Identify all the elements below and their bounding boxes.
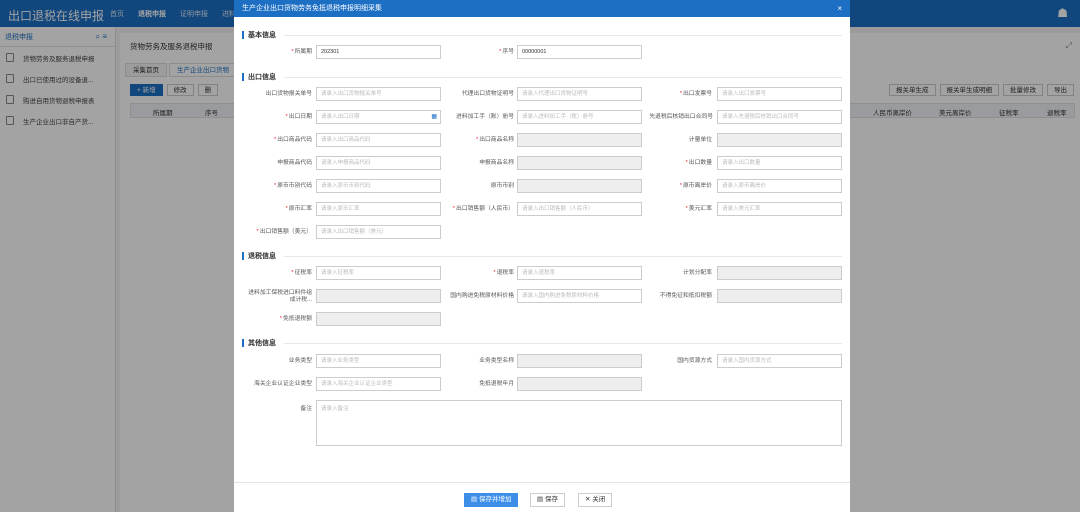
usd-rate-label: *美元汇率 bbox=[685, 206, 712, 212]
section-title: 基本信息 bbox=[248, 32, 276, 39]
seq-label: *序号 bbox=[499, 49, 514, 55]
exempt-amount-label: *免抵退税额 bbox=[279, 316, 312, 322]
biz-type-label: 业务类型 bbox=[288, 358, 312, 364]
contract-no-label: 先退税后核销出口合同号 bbox=[649, 114, 713, 120]
manual-no-input[interactable]: 请录入进料加工手（账）册号 bbox=[517, 110, 642, 124]
detail-modal: 生产企业出口货物劳务免抵退税申报明细采集 × 基本信息 *所属期 202301 … bbox=[234, 0, 850, 512]
usd-rate-input[interactable]: 请录入美元汇率 bbox=[717, 202, 842, 216]
domestic-price-label: 国内购进免税原材料价格 bbox=[450, 293, 514, 299]
source-input[interactable]: 请录入国内货源方式 bbox=[717, 354, 842, 368]
customs-cert-label: 海关企业认证企业类型 bbox=[254, 381, 312, 387]
save-and-add-button[interactable]: ▤ 保存并增加 bbox=[464, 493, 519, 507]
decl-code-input[interactable]: 请录入申报商品代码 bbox=[316, 156, 441, 170]
goods-code-label: *出口商品代码 bbox=[273, 137, 312, 143]
decl-name-field bbox=[517, 156, 642, 170]
refund-rate-input[interactable]: 请录入退税率 bbox=[517, 266, 642, 280]
source-label: 国内货源方式 bbox=[677, 358, 712, 364]
exchange-rate-label: *原币汇率 bbox=[285, 206, 312, 212]
quantity-label: *出口数量 bbox=[685, 160, 712, 166]
biz-name-label: 业务类型名称 bbox=[479, 358, 514, 364]
section-title: 其他信息 bbox=[248, 340, 276, 347]
levy-rate-input[interactable]: 请录入征税率 bbox=[316, 266, 441, 280]
bonded-tax-label: 进料加工保税进口料件组成计税... bbox=[248, 290, 312, 303]
levy-rate-label: *征税率 bbox=[291, 270, 312, 276]
export-date-label: *出口日期 bbox=[285, 114, 312, 120]
section-title: 退税信息 bbox=[248, 253, 276, 260]
agent-cert-input[interactable]: 请录入代理出口货物证明号 bbox=[517, 87, 642, 101]
section-other: 其他信息 bbox=[242, 338, 842, 348]
exempt-amount-field bbox=[316, 312, 441, 326]
modal-title: 生产企业出口货物劳务免抵退税申报明细采集 bbox=[242, 5, 382, 12]
section-basic: 基本信息 bbox=[242, 30, 842, 40]
section-refund: 退税信息 bbox=[242, 251, 842, 261]
close-icon[interactable]: × bbox=[837, 0, 842, 17]
quantity-input[interactable]: 请录入出口数量 bbox=[717, 156, 842, 170]
bonded-tax-field bbox=[316, 289, 441, 303]
customs-cert-input[interactable]: 请录入海关企业认证企业类型 bbox=[316, 377, 441, 391]
biz-name-field bbox=[517, 354, 642, 368]
agent-cert-label: 代理出口货物证明号 bbox=[461, 91, 514, 97]
plan-rate-label: 计划分配率 bbox=[683, 270, 712, 276]
currency-code-label: *原币币别代码 bbox=[273, 183, 312, 189]
period-field[interactable]: 202301 bbox=[316, 45, 441, 59]
sales-usd-label: *出口销售额（美元） bbox=[256, 229, 312, 235]
currency-label: 原币币别 bbox=[490, 183, 514, 189]
decl-code-label: 申报商品代码 bbox=[277, 160, 312, 166]
currency-code-input[interactable]: 请录入原币币别代码 bbox=[316, 179, 441, 193]
remark-label: 备注 bbox=[300, 406, 312, 412]
save-button[interactable]: ▤ 保存 bbox=[530, 493, 565, 507]
unit-field bbox=[717, 133, 842, 147]
modal-footer: ▤ 保存并增加 ▤ 保存 ✕ 关闭 bbox=[234, 482, 850, 512]
currency-field bbox=[517, 179, 642, 193]
close-button[interactable]: ✕ 关闭 bbox=[578, 493, 613, 507]
exchange-rate-input[interactable]: 请录入原币汇率 bbox=[316, 202, 441, 216]
invoice-label: *出口发票号 bbox=[679, 91, 712, 97]
save-icon: ▤ bbox=[537, 496, 545, 503]
period-label: *所属期 bbox=[291, 49, 312, 55]
fob-input[interactable]: 请录入原币离岸价 bbox=[717, 179, 842, 193]
no-deduct-label: 不得免征和抵扣税额 bbox=[659, 293, 712, 299]
customs-no-label: 出口货物报关单号 bbox=[265, 91, 312, 97]
sales-usd-input[interactable]: 请录入出口销售额（美元） bbox=[316, 225, 441, 239]
biz-type-input[interactable]: 请录入业务类型 bbox=[316, 354, 441, 368]
modal-header: 生产企业出口货物劳务免抵退税申报明细采集 × bbox=[234, 0, 850, 17]
manual-no-label: 进料加工手（账）册号 bbox=[456, 114, 514, 120]
fob-label: *原币离岸价 bbox=[679, 183, 712, 189]
goods-name-field bbox=[517, 133, 642, 147]
export-date-input[interactable]: 请录入出口日期 ▦ bbox=[316, 110, 441, 124]
unit-label: 计量单位 bbox=[688, 137, 712, 143]
goods-code-input[interactable]: 请录入出口商品代码 bbox=[316, 133, 441, 147]
sales-rmb-input[interactable]: 请录入出口销售额（人民币） bbox=[517, 202, 642, 216]
seq-field[interactable]: 00000001 bbox=[517, 45, 642, 59]
contract-no-input[interactable]: 请录入先退税后核销出口合同号 bbox=[717, 110, 842, 124]
customs-no-input[interactable]: 请录入出口货物报关单号 bbox=[316, 87, 441, 101]
exempt-period-label: 免抵退税年月 bbox=[479, 381, 514, 387]
invoice-input[interactable]: 请录入出口发票号 bbox=[717, 87, 842, 101]
decl-name-label: 申报商品名称 bbox=[479, 160, 514, 166]
no-deduct-field bbox=[717, 289, 842, 303]
save-icon: ▤ bbox=[471, 496, 479, 503]
refund-rate-label: *退税率 bbox=[493, 270, 514, 276]
remark-textarea[interactable]: 请录入备注 bbox=[316, 400, 842, 446]
plan-rate-field bbox=[717, 266, 842, 280]
domestic-price-input[interactable]: 请录入国内购进免税原材料价格 bbox=[517, 289, 642, 303]
section-export: 出口信息 bbox=[242, 72, 842, 82]
exempt-period-field bbox=[517, 377, 642, 391]
sales-rmb-label: *出口销售额（人民币） bbox=[452, 206, 514, 212]
goods-name-label: *出口商品名称 bbox=[475, 137, 514, 143]
section-title: 出口信息 bbox=[248, 74, 276, 81]
